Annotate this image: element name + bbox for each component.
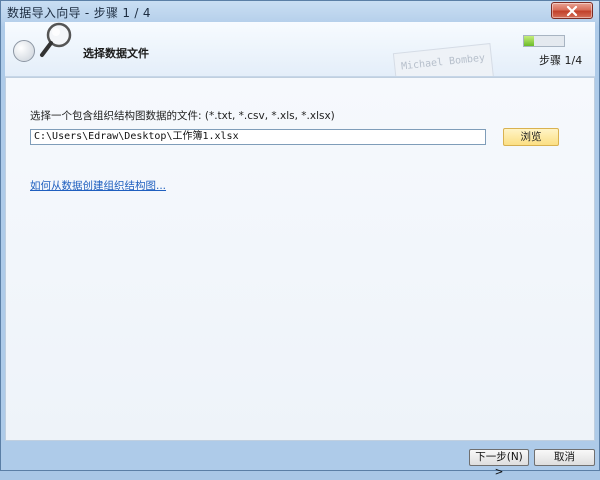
wizard-window: 数据导入向导 - 步骤 1 / 4 Michael Bombey 选择数据文件 … <box>0 0 600 478</box>
title-bar[interactable]: 数据导入向导 - 步骤 1 / 4 <box>1 1 599 21</box>
file-path-input[interactable]: C:\Users\Edraw\Desktop\工作簿1.xlsx <box>30 129 486 145</box>
step-count-label: 步骤 1/4 <box>539 54 583 67</box>
help-link[interactable]: 如何从数据创建组织结构图... <box>30 178 166 193</box>
logo-circle-icon <box>13 40 35 62</box>
close-icon <box>566 6 578 16</box>
background-org-card: Michael Bombey <box>392 43 496 76</box>
close-button[interactable] <box>551 2 593 19</box>
window-title: 数据导入向导 - 步骤 1 / 4 <box>7 6 151 20</box>
content-panel: 选择一个包含组织结构图数据的文件: (*.txt, *.csv, *.xls, … <box>5 77 595 441</box>
magnifier-icon <box>40 22 72 57</box>
step-progress-fill <box>524 36 534 46</box>
wizard-header: Michael Bombey 选择数据文件 步骤 1/4 <box>5 22 595 77</box>
step-heading: 选择数据文件 <box>83 47 149 60</box>
cancel-button[interactable]: 取消 <box>534 449 595 466</box>
step-progress-bar <box>523 35 565 47</box>
file-prompt-label: 选择一个包含组织结构图数据的文件: (*.txt, *.csv, *.xls, … <box>30 110 335 122</box>
next-button[interactable]: 下一步(N) > <box>469 449 529 478</box>
browse-button[interactable]: 浏览 <box>503 128 559 146</box>
